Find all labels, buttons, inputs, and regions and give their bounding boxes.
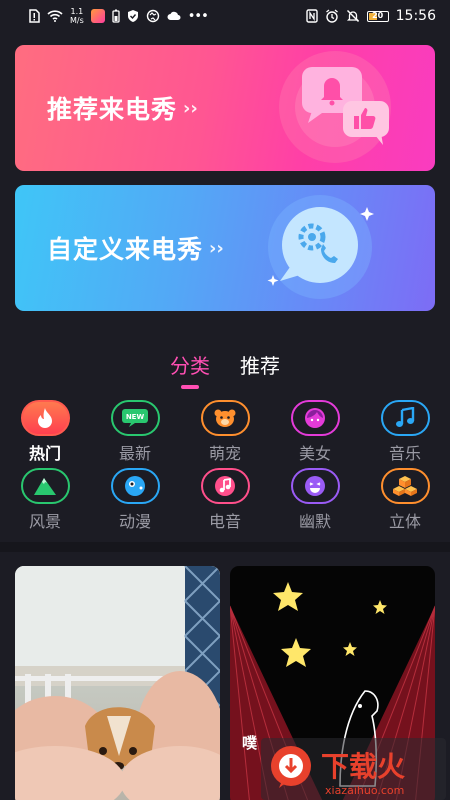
- shield-icon: [127, 10, 138, 22]
- xiazaihuo-watermark-logo: 下载火 xiazaihuo.com: [261, 738, 446, 800]
- cubes-icon: [380, 468, 430, 504]
- video-card[interactable]: [15, 566, 220, 800]
- tab-category[interactable]: 分类: [170, 350, 210, 389]
- music-note-icon: [380, 400, 430, 436]
- svg-text:xiazaihuo.com: xiazaihuo.com: [325, 784, 404, 797]
- category-label: 美女: [298, 444, 331, 463]
- pet-face-icon: [200, 400, 250, 436]
- anime-icon: [110, 468, 160, 504]
- more-dots-icon: •••: [187, 8, 209, 24]
- tab-recommend[interactable]: 推荐: [240, 350, 280, 389]
- category-label: 风景: [28, 512, 61, 531]
- category-scenery[interactable]: 风景: [20, 468, 70, 536]
- category-label: 立体: [388, 512, 421, 531]
- svg-text:NEW: NEW: [126, 413, 145, 421]
- flame-icon: [20, 400, 70, 436]
- category-3d[interactable]: 立体: [380, 468, 430, 536]
- category-label: 热门: [28, 444, 61, 463]
- smile-icon: [290, 468, 340, 504]
- banner-title: 推荐来电秀: [47, 95, 178, 124]
- battery-icon: 20: [366, 10, 389, 22]
- category-anime[interactable]: 动漫: [110, 468, 160, 536]
- cloud-icon: [167, 11, 181, 20]
- category-label: 萌宠: [208, 444, 241, 463]
- alarm-icon: [325, 9, 338, 23]
- category-label: 电音: [208, 512, 241, 531]
- mute-icon: [346, 10, 359, 22]
- category-latest[interactable]: NEW 最新: [110, 400, 160, 468]
- category-tabs: 分类 推荐: [0, 350, 450, 389]
- network-speed: 1.1 M/s: [70, 7, 84, 25]
- category-music[interactable]: 音乐: [380, 400, 430, 468]
- nfc-icon: [305, 9, 318, 23]
- phone-gear-icon: [267, 195, 374, 299]
- double-chevron-right-icon: ››: [183, 97, 198, 119]
- sim-alert-icon: [29, 9, 40, 23]
- vpn-icon: [146, 9, 159, 23]
- category-grid: 热门 NEW 最新 萌宠 美女 音乐 风景 动漫 电音 幽默 立体: [0, 400, 450, 536]
- category-label: 最新: [118, 444, 151, 463]
- category-label: 幽默: [298, 512, 331, 531]
- vinyl-icon: [200, 468, 250, 504]
- recommended-call-show-banner[interactable]: 推荐来电秀 ››: [15, 45, 435, 171]
- svg-text:下载火: 下载火: [321, 750, 405, 783]
- category-beauty[interactable]: 美女: [290, 400, 340, 468]
- new-badge-icon: NEW: [110, 400, 160, 436]
- category-label: 动漫: [118, 512, 151, 531]
- app-notification-icon: [90, 9, 105, 23]
- double-chevron-right-icon: ››: [209, 237, 224, 259]
- section-divider: [0, 542, 450, 552]
- clock: 15:56: [395, 8, 436, 24]
- category-label: 音乐: [388, 444, 421, 463]
- svg-text:噗: 噗: [242, 734, 258, 752]
- category-pets[interactable]: 萌宠: [200, 400, 250, 468]
- chat-bell-like-icon: [279, 51, 391, 163]
- category-hot[interactable]: 热门: [20, 400, 70, 468]
- category-electronic[interactable]: 电音: [200, 468, 250, 536]
- status-bar: 1.1 M/s ••• 20 15:56: [0, 0, 450, 32]
- battery-saver-icon: [112, 9, 120, 23]
- wifi-icon: [47, 10, 63, 22]
- category-humor[interactable]: 幽默: [290, 468, 340, 536]
- girl-face-icon: [290, 400, 340, 436]
- banner-title: 自定义来电秀: [47, 235, 204, 264]
- custom-call-show-banner[interactable]: 自定义来电秀 ››: [15, 185, 435, 311]
- video-thumbnail-puppy: [15, 566, 220, 800]
- mountain-icon: [20, 468, 70, 504]
